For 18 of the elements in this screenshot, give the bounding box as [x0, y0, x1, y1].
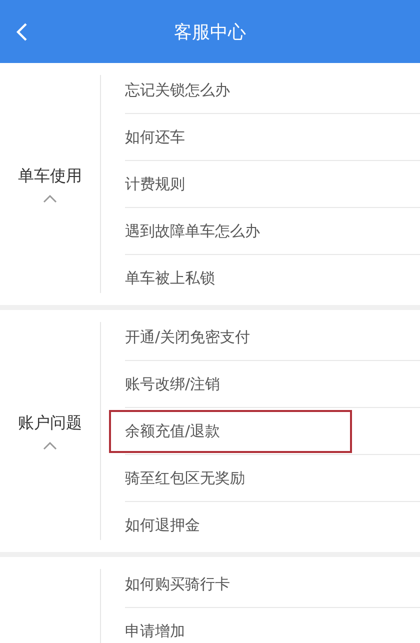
- faq-item[interactable]: 如何购买骑行卡: [125, 564, 230, 604]
- faq-item[interactable]: 骑至红包区无奖励: [125, 458, 245, 498]
- faq-item[interactable]: 开通/关闭免密支付: [125, 318, 250, 356]
- category-label[interactable]: 账户问题: [18, 412, 82, 434]
- chevron-icon[interactable]: [43, 194, 57, 202]
- category-label[interactable]: 单车使用: [18, 166, 82, 186]
- faq-item[interactable]: 遇到故障单车怎么办: [125, 212, 260, 250]
- faq-item[interactable]: 申请增加: [125, 612, 185, 643]
- faq-item[interactable]: 如何还车: [125, 118, 185, 156]
- faq-item[interactable]: 余额充值/退款: [111, 412, 350, 450]
- faq-item[interactable]: 单车被上私锁: [125, 258, 215, 298]
- faq-item[interactable]: 账号改绑/注销: [125, 364, 220, 404]
- faq-item[interactable]: 忘记关锁怎么办: [125, 70, 230, 110]
- faq-item[interactable]: 如何退押金: [125, 506, 200, 544]
- page-title: 客服中心: [174, 20, 246, 44]
- back-icon[interactable]: [16, 22, 28, 42]
- faq-item[interactable]: 计费规则: [125, 164, 185, 204]
- chevron-icon[interactable]: [43, 442, 57, 450]
